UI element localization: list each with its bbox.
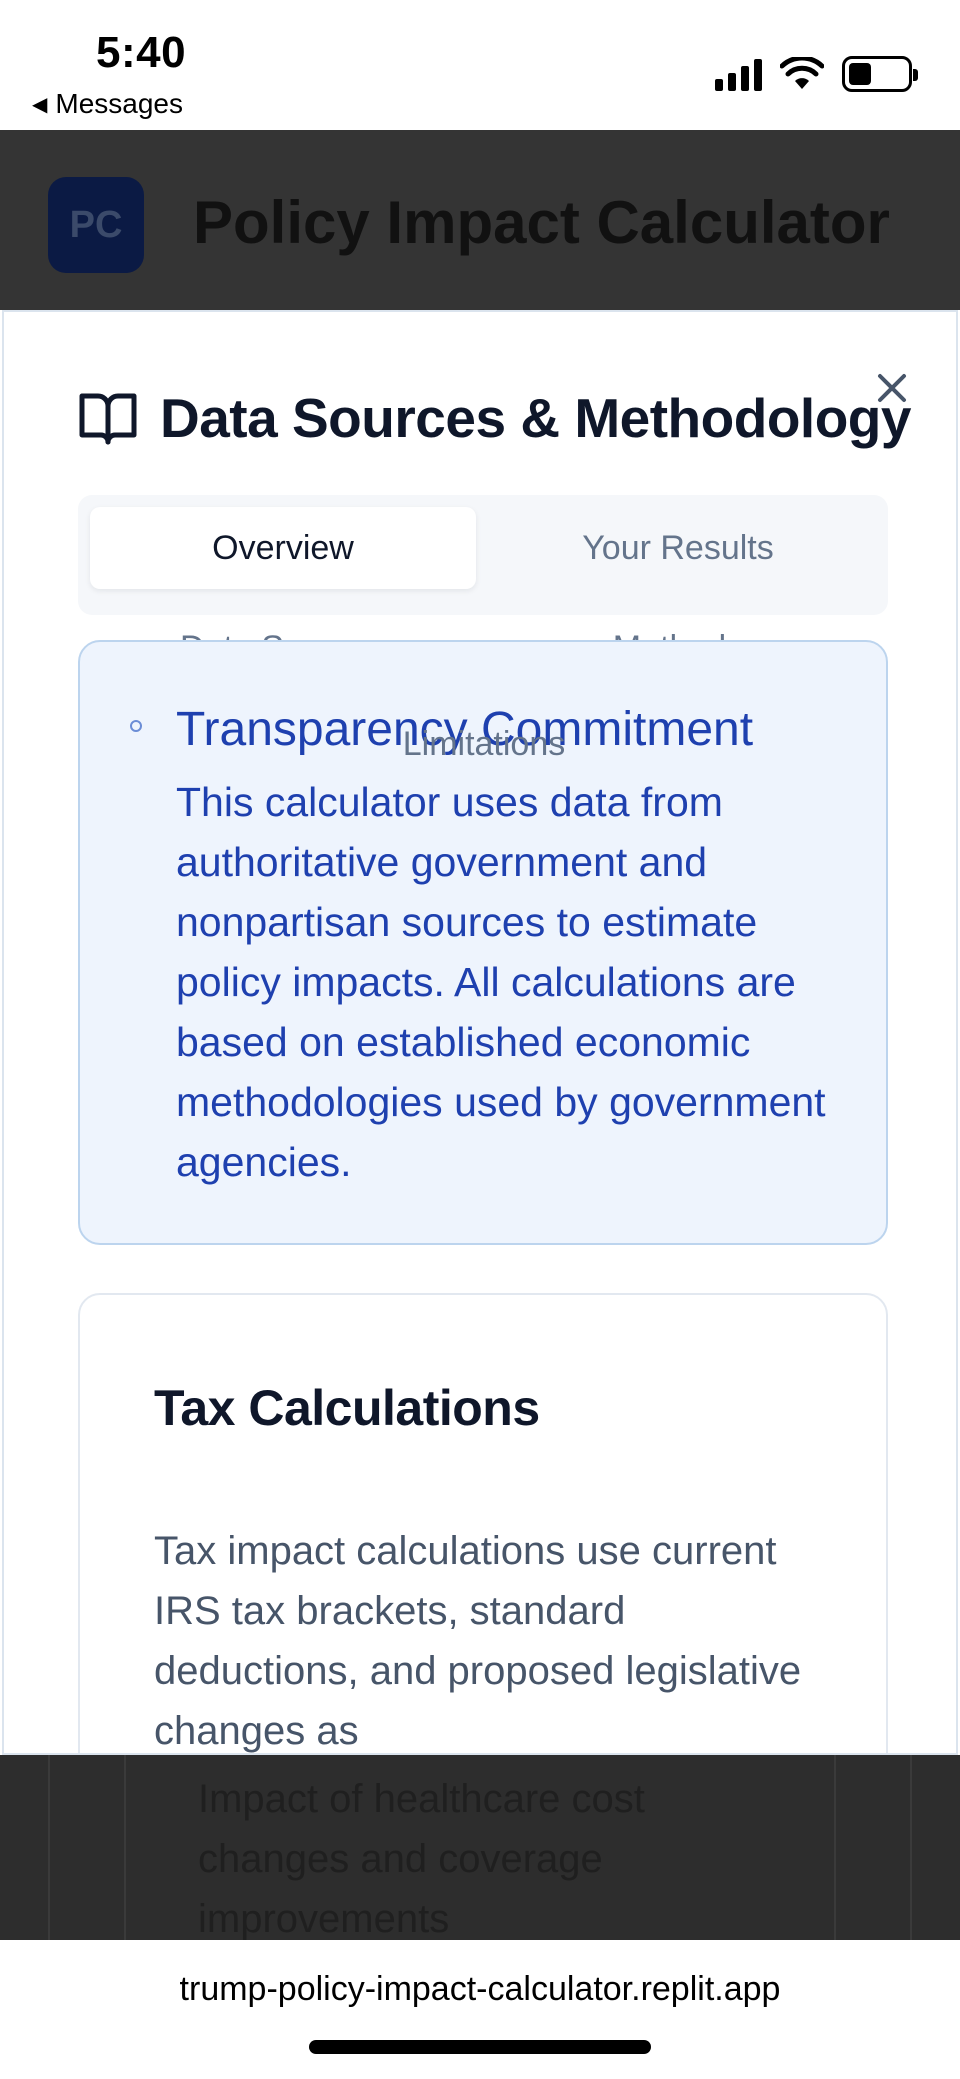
status-time: 5:40	[96, 28, 187, 77]
tab-overview[interactable]: Overview	[90, 507, 476, 589]
dialog-header: Data Sources & Methodology	[78, 386, 911, 450]
tab-list: Overview Your Results Data Sources Metho…	[78, 495, 888, 763]
card-title: Tax Calculations	[154, 1380, 540, 1436]
cellular-signal-icon	[715, 57, 762, 91]
card-body: Tax impact calculations use current IRS …	[154, 1529, 802, 1753]
status-icons	[715, 56, 918, 92]
background-page-content: Impact of healthcare cost changes and co…	[0, 1755, 960, 1940]
battery-icon	[842, 56, 918, 92]
wifi-icon	[780, 57, 824, 89]
app-logo: PC	[48, 177, 144, 273]
status-bar: 5:40 ◀ Messages	[0, 0, 960, 130]
notice-body: This calculator uses data from authorita…	[176, 779, 826, 1185]
browser-url-bar[interactable]: trump-policy-impact-calculator.replit.ap…	[0, 1940, 960, 2079]
methodology-dialog: Data Sources & Methodology Overview Your…	[2, 310, 958, 1755]
tab-limitations[interactable]: Limitations	[284, 719, 684, 769]
app-header: PC Policy Impact Calculator	[0, 130, 960, 310]
tax-calculations-card: Tax Calculations Tax impact calculations…	[78, 1293, 888, 1753]
home-indicator[interactable]	[309, 2040, 651, 2054]
url-text[interactable]: trump-policy-impact-calculator.replit.ap…	[0, 1970, 960, 2009]
tab-your-results[interactable]: Your Results	[478, 507, 878, 589]
info-dot-icon	[130, 720, 142, 732]
close-icon[interactable]	[870, 366, 914, 410]
app-title: Policy Impact Calculator	[193, 189, 890, 256]
back-label: Messages	[55, 88, 184, 119]
dialog-title: Data Sources & Methodology	[160, 387, 911, 449]
background-text: Impact of healthcare cost changes and co…	[198, 1777, 645, 1940]
back-to-messages[interactable]: ◀ Messages	[32, 88, 183, 120]
back-triangle-icon: ◀	[32, 93, 48, 116]
book-open-icon	[79, 393, 137, 445]
